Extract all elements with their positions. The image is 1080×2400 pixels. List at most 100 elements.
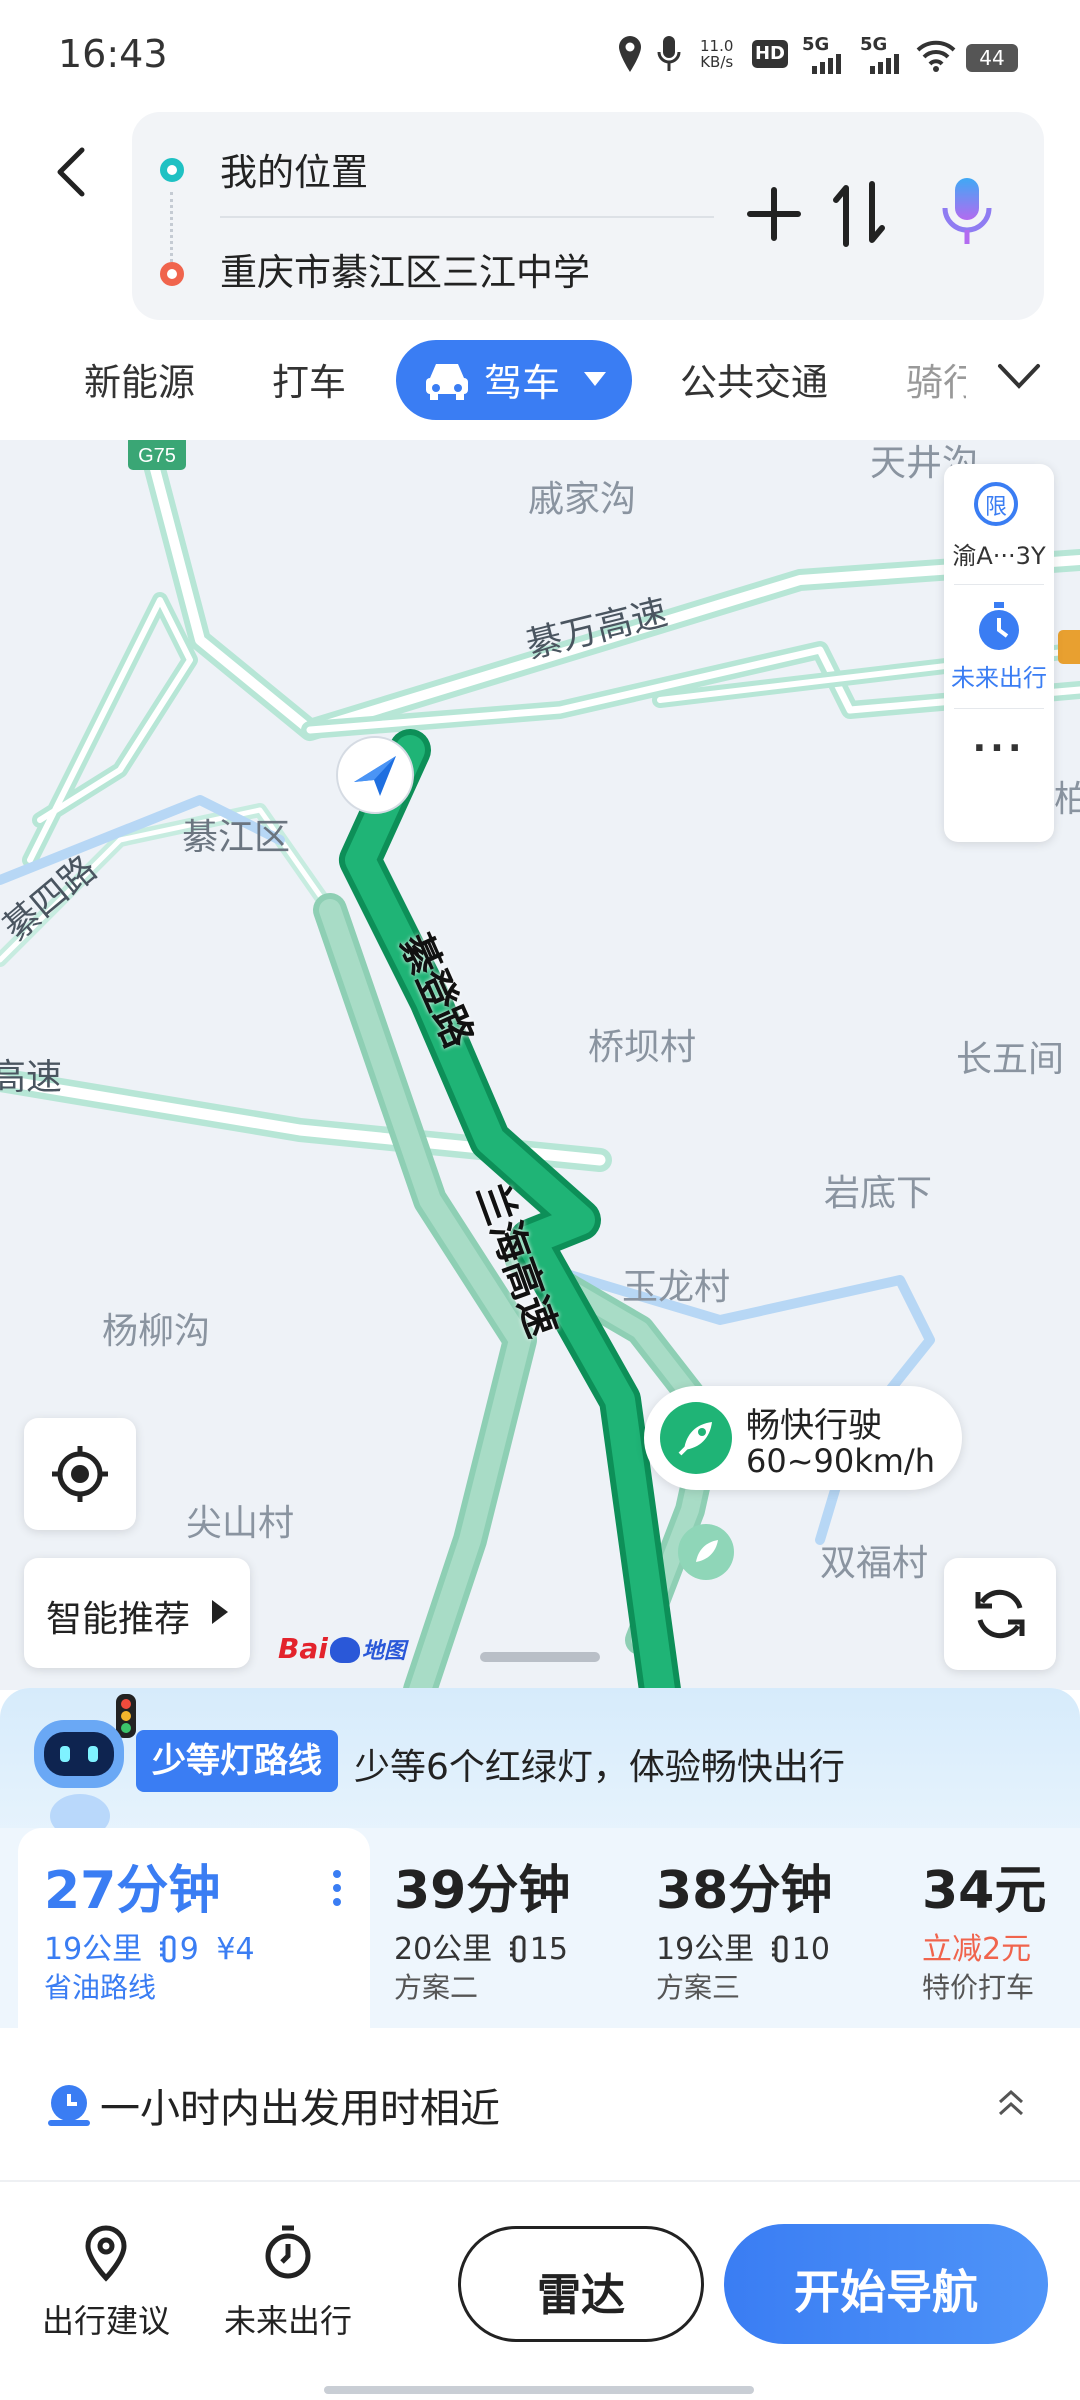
radar-button[interactable]: 雷达 (458, 2226, 704, 2342)
radar-label: 雷达 (537, 2270, 625, 2321)
start-navigation-button[interactable]: 开始导航 (724, 2224, 1048, 2344)
tab-cycling[interactable]: 骑行 (906, 352, 966, 406)
add-waypoint-icon[interactable] (744, 184, 804, 244)
location-icon (619, 36, 641, 72)
collapse-icon[interactable] (996, 2088, 1026, 2118)
plan-card-2[interactable]: 39分钟 20公里 15 方案二 (394, 1828, 634, 2028)
hd-icon: HD (752, 40, 788, 68)
traffic-light-icon (771, 1935, 788, 1963)
traffic-light-icon (509, 1935, 526, 1963)
traffic-light-banner: 少等灯路线 少等6个红绿灯，体验畅快出行 (0, 1688, 1080, 1848)
bottom-action-bar: 出行建议 未来出行 雷达 开始导航 (0, 2180, 1080, 2400)
stopwatch-icon (265, 2225, 311, 2279)
tab-new-energy[interactable]: 新能源 (84, 352, 195, 406)
plan-info: 20公里 15 (394, 1932, 568, 1967)
tooltip-title: 畅快行驶 (746, 1406, 882, 1446)
travel-advice-label: 出行建议 (41, 2302, 170, 2340)
map-label: 柏 (1054, 779, 1080, 820)
start-navigation-label: 开始导航 (794, 2265, 978, 2319)
play-triangle-icon (212, 1600, 228, 1624)
smart-recommend-label: 智能推荐 (46, 1599, 191, 1640)
refresh-button[interactable] (944, 1558, 1056, 1670)
traffic-light-icon (159, 1935, 176, 1963)
crosshair-icon (52, 1446, 108, 1502)
plan-card-3[interactable]: 38分钟 19公里 10 方案三 (656, 1828, 896, 2028)
route-tag: 少等灯路线 (136, 1730, 338, 1792)
timer-icon[interactable] (974, 600, 1024, 652)
plan-time: 38分钟 (656, 1861, 833, 1921)
status-bar: 16:43 11.0 KB/s HD 5G 5G 44 (0, 0, 1080, 110)
plan-time: 27分钟 (44, 1861, 221, 1921)
map-view[interactable]: G75 戚家沟 天井沟 綦万高速 綦江区 綦四路 高速 桥坝村 长五间 岩底下 … (0, 440, 1080, 1690)
tab-taxi[interactable]: 打车 (272, 352, 346, 406)
swap-icon[interactable] (832, 178, 886, 250)
plan-card-taxi[interactable]: 34元 立减2元 特价打车 (922, 1828, 1080, 2028)
map-label: 双福村 (820, 1543, 929, 1584)
robot-mascot-icon (34, 1694, 136, 1838)
divider (0, 2180, 1080, 2182)
rocket-icon (660, 1402, 732, 1474)
drag-handle[interactable] (480, 1652, 600, 1662)
plan-price: 34元 (922, 1861, 1047, 1921)
signal-1-icon (812, 54, 841, 74)
tab-public-transit[interactable]: 公共交通 (680, 352, 828, 406)
wifi-icon (916, 40, 956, 72)
mic-icon (657, 36, 681, 71)
status-time: 16:43 (58, 32, 168, 76)
rocket-marker-icon (678, 1524, 734, 1580)
divider (954, 584, 1044, 585)
back-button[interactable] (40, 130, 104, 210)
locate-button[interactable] (24, 1418, 136, 1530)
map-label: 玉龙村 (622, 1267, 731, 1308)
map-label: 戚家沟 (528, 479, 637, 520)
future-travel-label: 未来出行 (223, 2302, 352, 2340)
battery-icon: 44 (966, 44, 1018, 72)
plan-info: 19公里 9 ¥4 (44, 1932, 255, 1967)
map-label: 桥坝村 (588, 1027, 697, 1068)
plan-sub: 特价打车 (922, 1971, 1035, 2004)
plan-sub: 方案二 (394, 1971, 479, 2004)
current-location-icon (336, 736, 414, 814)
speed-tooltip: 畅快行驶 60~90km/h (644, 1386, 962, 1490)
road-label: 高速 (0, 1057, 63, 1098)
tooltip-speed: 60~90km/h (746, 1442, 936, 1480)
map-label: 长五间 (956, 1039, 1065, 1080)
future-travel-label[interactable]: 未来出行 (944, 658, 1054, 693)
expand-modes-icon[interactable] (996, 362, 1042, 392)
district-label: 綦江区 (182, 817, 291, 858)
plan-info: 19公里 10 (656, 1932, 830, 1967)
chevron-down-icon (584, 372, 606, 386)
travel-advice-button[interactable]: 出行建议 (38, 2224, 174, 2344)
destination-field[interactable]: 重庆市綦江区三江中学 (220, 242, 590, 296)
signal-2-icon (870, 54, 899, 74)
origin-field[interactable]: 我的位置 (220, 142, 368, 196)
route-input-card: 我的位置 重庆市綦江区三江中学 (132, 112, 1044, 320)
voice-input-icon[interactable] (938, 174, 996, 254)
plan-card-1[interactable]: 27分钟 19公里 9 ¥4 省油路线 (18, 1828, 370, 2028)
refresh-icon (975, 1589, 1025, 1639)
plan-sub: 方案三 (656, 1971, 741, 2004)
more-vertical-icon[interactable] (332, 1868, 342, 1908)
more-button[interactable]: ··· (944, 728, 1054, 769)
map-label: 杨柳沟 (102, 1311, 211, 1352)
plan-discount: 立减2元 (922, 1932, 1032, 1967)
smart-recommend-button[interactable]: 智能推荐 (24, 1558, 250, 1668)
depart-note: 一小时内出发用时相近 (100, 2086, 500, 2132)
banner-text: 少等6个红绿灯，体验畅快出行 (354, 1747, 845, 1788)
baidu-logo: Bai 地图 (278, 1632, 406, 1665)
home-indicator[interactable] (324, 2386, 754, 2394)
destination-dot-icon (160, 262, 184, 286)
plate-label[interactable]: 渝A···3Y (944, 536, 1054, 571)
tab-drive[interactable]: 驾车 (396, 340, 632, 420)
clock-icon (48, 2085, 90, 2126)
divider (220, 216, 714, 218)
route-connector (170, 192, 176, 262)
plan-time: 39分钟 (394, 1861, 571, 1921)
limit-icon[interactable]: 限 (974, 482, 1018, 526)
map-pin-icon (85, 2225, 127, 2282)
route-plans: 27分钟 19公里 9 ¥4 省油路线 39分钟 20公里 15 方案二 38分… (0, 1828, 1080, 2028)
depart-note-row[interactable]: 一小时内出发用时相近 (0, 2028, 1080, 2168)
map-side-panel: 限 渝A···3Y 未来出行 ··· (944, 464, 1054, 842)
future-travel-button[interactable]: 未来出行 (220, 2224, 356, 2344)
map-label: 岩底下 (824, 1173, 933, 1214)
